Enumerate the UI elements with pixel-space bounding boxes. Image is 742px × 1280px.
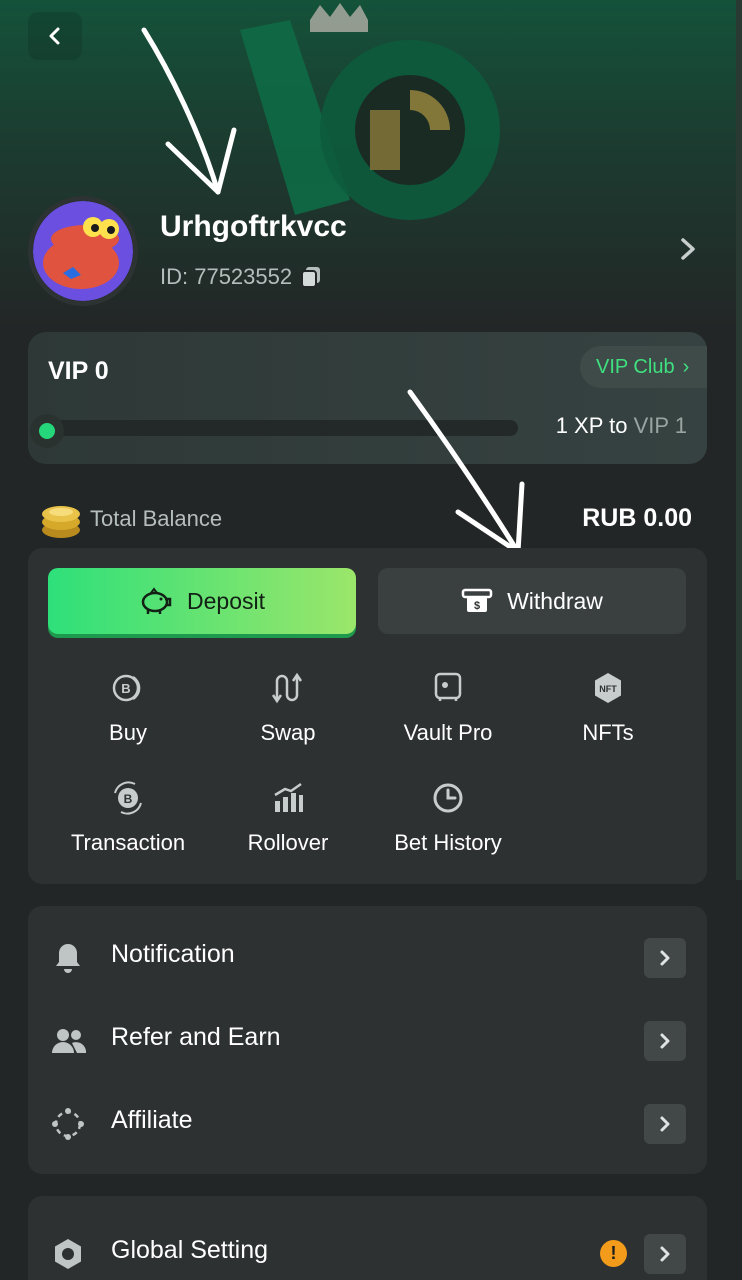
bet-history-label: Bet History [394,830,502,855]
cash-withdraw-icon: $ [461,588,493,612]
users-icon [52,1029,87,1053]
vault-pro-label: Vault Pro [403,720,493,745]
buy-label: Buy [109,720,147,745]
svg-text:$: $ [474,600,480,612]
menu-item-label: Affiliate [111,1106,193,1134]
menu-item-label: Global Setting [111,1236,269,1264]
transaction-action[interactable]: B Transaction [48,778,208,856]
coin-stack-icon [42,506,80,538]
menu-item-label: Notification [111,940,235,968]
menu-item-label: Refer and Earn [111,1023,281,1051]
chevron-right-icon [660,1246,670,1262]
profile-chevron-right-icon[interactable] [676,234,700,264]
user-id-text: ID: 77523552 [160,264,293,289]
swap-icon [271,672,303,704]
piggy-bank-icon [141,587,172,614]
nfts-label: NFTs [582,720,634,745]
total-balance-label: Total Balance [90,506,223,531]
scrollbar[interactable] [736,0,742,880]
menu-item-affiliate[interactable]: Affiliate [28,1088,707,1158]
transaction-icon: B [114,781,142,815]
deposit-button[interactable]: Deposit [48,568,356,634]
bet-history-action[interactable]: Bet History [368,778,528,856]
username: Urhgoftrkvcc [160,210,347,243]
rollover-icon [274,782,303,812]
rollover-label: Rollover [247,830,329,855]
swap-label: Swap [260,720,316,745]
avatar[interactable] [28,196,138,306]
menu-item-refer-and-earn[interactable]: Refer and Earn [28,1005,707,1075]
clock-icon [433,783,463,813]
withdraw-button[interactable]: $ Withdraw [378,568,686,634]
chevron-right-icon: › [682,355,690,378]
chevron-left-icon [49,27,60,45]
rollover-action[interactable]: Rollover [208,778,368,856]
xp-needed: 1 XP to [555,413,628,438]
settings-card: Global Setting ! [28,1196,707,1280]
chevron-right-icon [660,950,670,966]
bitcoin-coin-icon: B [112,674,141,702]
vip-card: VIP 0 VIP Club › 1 XP to VIP 1 [28,332,707,464]
bell-icon [56,944,80,973]
brand-logo-artwork [240,3,500,220]
crocodile-avatar-icon [33,201,133,301]
withdraw-label: Withdraw [507,587,603,614]
chevron-right-icon [660,1033,670,1049]
vip-xp-text: 1 XP to VIP 1 [556,413,687,439]
refer-chevron-button[interactable] [644,1021,686,1061]
vip-club-button[interactable]: VIP Club › [580,346,707,388]
global-setting-chevron-button[interactable] [644,1234,686,1274]
transaction-label: Transaction [70,830,186,855]
affiliate-icon [52,1108,84,1140]
notification-chevron-button[interactable] [644,938,686,978]
back-button[interactable] [28,12,82,60]
total-balance-value: RUB 0.00 [582,504,692,532]
next-vip-level: VIP 1 [633,413,687,438]
copy-icon[interactable] [300,265,322,289]
vault-pro-action[interactable]: Vault Pro [368,668,528,746]
vip-level: VIP 0 [48,357,109,385]
total-balance-row: Total Balance RUB 0.00 [40,498,692,542]
svg-text:B: B [124,792,133,806]
vip-club-label: VIP Club [596,355,675,378]
warning-badge: ! [600,1240,627,1267]
affiliate-chevron-button[interactable] [644,1104,686,1144]
wallet-card: Deposit $ Withdraw B Buy Swap Vault Pro … [28,548,707,884]
svg-text:NFT: NFT [599,684,617,694]
nfts-action[interactable]: NFT NFTs [528,668,688,746]
chevron-right-icon [660,1116,670,1132]
menu-item-notification[interactable]: Notification [28,922,707,992]
menu-card: Notification Refer and Earn Affiliate [28,906,707,1174]
buy-action[interactable]: B Buy [48,668,208,746]
deposit-label: Deposit [187,587,265,614]
swap-action[interactable]: Swap [208,668,368,746]
vip-progress-indicator [30,414,64,448]
user-id: ID: 77523552 [160,264,322,290]
nft-icon: NFT [595,673,621,703]
vip-progress-bar [48,420,518,436]
svg-text:B: B [121,681,130,696]
vault-icon [434,672,462,701]
gear-icon [55,1239,81,1269]
